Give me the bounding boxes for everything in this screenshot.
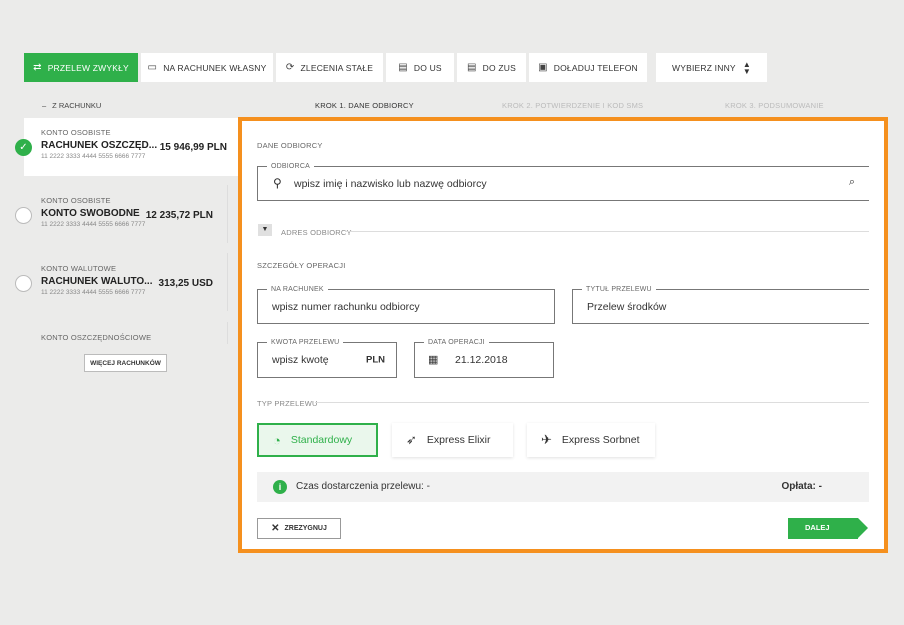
card-icon: ▭ [147, 62, 158, 73]
date-input[interactable]: Data operacji ▦ 21.12.2018 [414, 338, 554, 378]
divider [315, 402, 869, 403]
recurring-icon: ⟳ [285, 62, 295, 73]
swap-icon: ⇄ [33, 62, 42, 73]
fee-text: Opłata: - [781, 481, 822, 492]
currency-label: PLN [366, 354, 385, 366]
delivery-time-text: Czas dostarczenia przelewu: - [296, 481, 430, 492]
account-item[interactable]: Konto osobiste RACHUNEK OSZCZĘD... 15 94… [41, 128, 227, 168]
account-item[interactable]: Konto walutowe RACHUNEK WALUTO... 313,25… [41, 264, 213, 296]
divider [345, 231, 869, 232]
amount-input[interactable]: Kwota przelewu wpisz kwotę PLN [257, 338, 397, 378]
building-icon: ▤ [398, 62, 408, 73]
sort-arrows-icon: ▲ ▼ [742, 59, 751, 76]
recipient-input[interactable]: Odbiorca ⚲ wpisz imię i nazwisko lub naz… [257, 162, 869, 201]
tab-przelew-zwykly[interactable]: ⇄ Przelew zwykły [24, 53, 138, 82]
collapse-icon: – [42, 101, 47, 110]
tab-zlecenia-stale[interactable]: ⟳ Zlecenia stałe [276, 53, 383, 82]
close-icon: ✕ [271, 523, 280, 534]
person-icon: ⚲ [273, 176, 282, 190]
account-card[interactable]: Konto oszczędnościowe [24, 322, 228, 344]
search-icon[interactable]: ⌕ [849, 176, 855, 189]
rocket-icon: ➶ [406, 432, 417, 447]
more-transfer-select[interactable]: Wybierz inny ▲ ▼ [656, 53, 767, 82]
type-section-title: Typ przelewu [257, 399, 318, 408]
transfer-type-standard[interactable]: ◔ Standardowy [257, 423, 378, 457]
info-icon: i [273, 480, 287, 494]
next-button[interactable]: Dalej [788, 518, 868, 539]
tab-do-zus[interactable]: ▤ Do ZUS [457, 53, 526, 82]
transfer-type-express-sorbnet[interactable]: ✈ Express Sorbnet [527, 423, 655, 457]
address-toggle[interactable]: Adres odbiorcy [281, 228, 352, 237]
radio-icon[interactable] [15, 275, 32, 292]
check-icon: ✓ [15, 139, 32, 156]
phone-icon: ▣ [538, 62, 548, 73]
plane-icon: ✈ [541, 432, 552, 447]
delivery-info-bar: i Czas dostarczenia przelewu: - Opłata: … [257, 472, 869, 502]
step-3: Krok 3. Podsumowanie [725, 101, 824, 110]
account-number-input[interactable]: Na rachunek wpisz numer rachunku odbiorc… [257, 285, 555, 324]
details-section-title: Szczegóły operacji [257, 261, 346, 270]
calendar-icon[interactable]: ▦ [428, 353, 438, 366]
caret-down-icon[interactable]: ▼ [258, 224, 272, 236]
clock-icon: ◔ [273, 432, 281, 448]
tab-na-rachunek-wlasny[interactable]: ▭ Na rachunek własny [141, 53, 273, 82]
account-item[interactable]: Konto osobiste KONTO SWOBODNE 12 235,72 … [41, 196, 213, 228]
step-2: Krok 2. Potwierdzenie i kod SMS [502, 101, 644, 110]
cancel-button[interactable]: ✕ Zrezygnuj [257, 518, 341, 539]
tab-doladuj-telefon[interactable]: ▣ Doładuj telefon [529, 53, 647, 82]
recipient-section-title: Dane odbiorcy [257, 141, 323, 150]
from-account-heading[interactable]: – Z rachunku [42, 101, 101, 110]
transfer-title-input[interactable]: Tytuł przelewu Przelew środków [572, 285, 869, 324]
radio-icon[interactable] [15, 207, 32, 224]
tab-do-us[interactable]: ▤ Do US [386, 53, 454, 82]
step-1: Krok 1. Dane odbiorcy [315, 101, 414, 110]
building-icon: ▤ [467, 62, 477, 73]
more-accounts-button[interactable]: Więcej rachunków [84, 354, 167, 372]
transfer-type-express-elixir[interactable]: ➶ Express Elixir [392, 423, 513, 457]
